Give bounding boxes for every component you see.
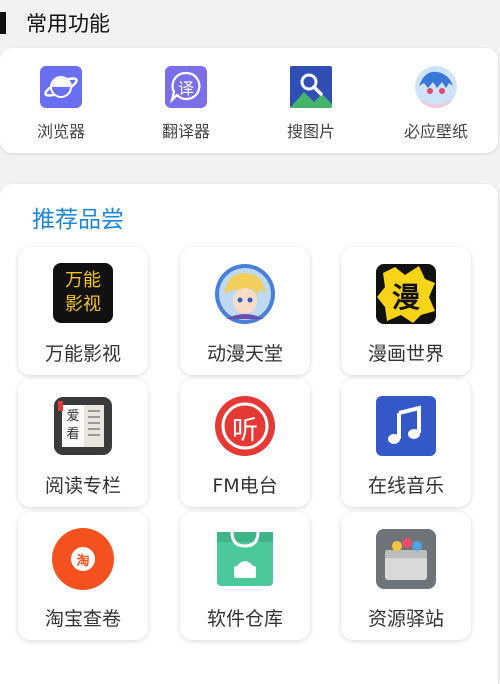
app-taobao-coupon[interactable]: 淘 淘宝查卷 [18,512,148,640]
fm-radio-icon: 听 [214,395,276,457]
app-label: 动漫天堂 [206,343,283,365]
app-software-repo[interactable]: 软件仓库 [180,512,310,640]
icon-text-line1: 万能 [65,270,101,291]
app-label: 漫画世界 [367,343,444,365]
taobao-glyph: 淘 [76,554,90,569]
tool-label: 翻译器 [161,122,210,141]
common-functions-header: 常用功能 [0,0,500,46]
icon-text-line2: 看 [66,427,80,442]
app-fm-radio[interactable]: 听 FM电台 [180,379,310,507]
tool-label: 必应壁纸 [403,122,468,141]
app-resource-station[interactable]: 资源驿站 [341,512,471,640]
app-label: 软件仓库 [206,608,283,630]
wanneng-video-icon: 万能 影视 [52,263,114,325]
app-online-music[interactable]: 在线音乐 [341,379,471,507]
tool-image-search[interactable]: 搜图片 [261,66,361,142]
anime-wallpaper-icon [415,66,457,108]
browser-planet-icon [40,66,82,108]
icon-text-line1: 爱 [66,409,80,424]
common-tools-card: 浏览器 译 翻译器 搜图片 必应壁纸 [0,48,498,153]
music-note-icon [375,395,437,457]
manga-icon: 漫 [375,263,437,325]
tool-translator[interactable]: 译 翻译器 [136,66,236,142]
tool-label: 浏览器 [36,122,85,141]
app-label: 阅读专栏 [44,475,121,497]
app-reading-column[interactable]: 爱 看 阅读专栏 [18,379,148,507]
app-label: 在线音乐 [367,475,444,497]
app-wanneng-video[interactable]: 万能 影视 万能影视 [18,247,148,375]
app-anime-heaven[interactable]: 动漫天堂 [180,247,310,375]
tool-browser[interactable]: 浏览器 [11,66,111,142]
image-search-icon [290,66,332,108]
page-title: 常用功能 [26,12,110,36]
translate-glyph: 译 [177,79,194,98]
icon-text-line2: 影视 [65,294,101,315]
tool-bing-wallpaper[interactable]: 必应壁纸 [386,66,486,142]
book-reader-icon: 爱 看 [52,395,114,457]
app-store-bag-icon [214,528,276,590]
fm-glyph: 听 [231,416,258,446]
recommend-title: 推荐品尝 [32,207,124,233]
app-label: 淘宝查卷 [44,608,121,630]
translate-icon: 译 [165,66,207,108]
anime-avatar-icon [214,263,276,325]
taobao-icon: 淘 [52,528,114,590]
manga-glyph: 漫 [391,281,420,314]
tool-label: 搜图片 [286,122,335,141]
app-label: 万能影视 [44,343,121,365]
app-manga-world[interactable]: 漫 漫画世界 [341,247,471,375]
app-label: 资源驿站 [367,608,444,630]
resource-box-icon [375,528,437,590]
app-label: FM电台 [212,475,278,497]
section-marker [0,12,6,34]
